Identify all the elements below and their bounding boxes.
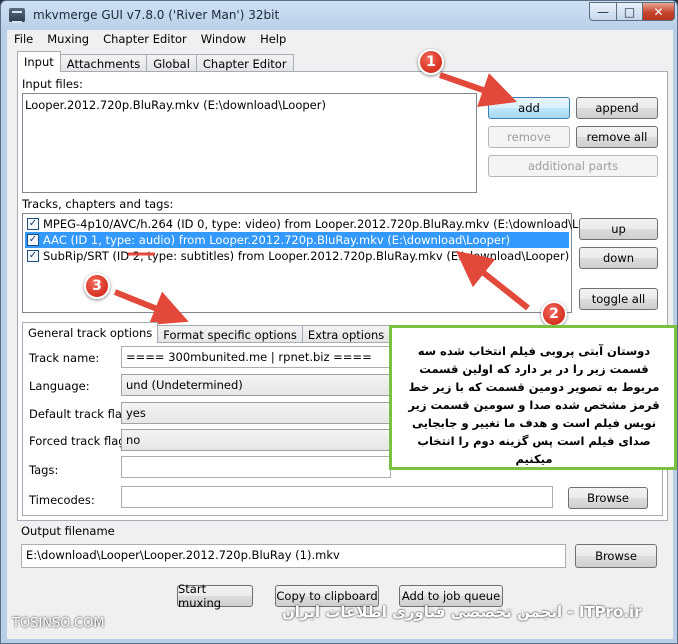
tab-general-track-options[interactable]: General track options — [22, 322, 159, 343]
track-options-tabs: General track options Format specific op… — [22, 322, 391, 343]
checkbox-icon[interactable]: ✓ — [27, 250, 39, 262]
input-files-list[interactable]: Looper.2012.720p.BluRay.mkv (E:\download… — [22, 93, 477, 193]
track-row-subtitles[interactable]: ✓ SubRip/SRT (ID 2, type: subtitles) fro… — [25, 248, 569, 264]
minimize-icon[interactable]: — — [589, 2, 617, 21]
tab-format-specific-options[interactable]: Format specific options — [157, 325, 303, 343]
track-row-audio[interactable]: ✓ AAC (ID 1, type: audio) from Looper.20… — [25, 232, 569, 248]
callout-3: 3 — [84, 273, 110, 299]
menu-muxing[interactable]: Muxing — [40, 32, 96, 46]
output-filename-input[interactable]: E:\download\Looper\Looper.2012.720p.BluR… — [21, 544, 566, 568]
additional-parts-button[interactable]: additional parts — [488, 155, 658, 177]
callout-2: 2 — [541, 301, 567, 327]
language-select[interactable]: und (Undetermined) — [121, 374, 391, 396]
checkbox-icon[interactable]: ✓ — [27, 234, 39, 246]
forced-flag-label: Forced track flag: — [29, 434, 130, 448]
checkbox-icon[interactable]: ✓ — [27, 218, 39, 230]
close-icon[interactable]: ✕ — [642, 2, 675, 21]
menu-window[interactable]: Window — [194, 32, 253, 46]
app-window: mkvmerge GUI v7.8.0 ('River Man') 32bit … — [0, 0, 678, 644]
timecodes-input[interactable] — [121, 486, 553, 508]
track-label: SubRip/SRT (ID 2, type: subtitles) from … — [43, 249, 570, 263]
maximize-icon[interactable]: □ — [616, 2, 643, 21]
forced-flag-select[interactable]: no — [121, 429, 391, 451]
watermark-left: TOSINSO.COM — [12, 616, 105, 631]
remove-all-button[interactable]: remove all — [576, 126, 658, 148]
toggle-all-button[interactable]: toggle all — [579, 288, 658, 310]
tab-chapter-editor[interactable]: Chapter Editor — [195, 54, 294, 72]
start-muxing-button[interactable]: Start muxing — [177, 582, 253, 610]
output-group: Output filename E:\download\Looper\Loope… — [17, 524, 668, 578]
input-files-label: Input files: — [22, 77, 83, 91]
menu-help[interactable]: Help — [253, 32, 293, 46]
main-tabs: Input Attachments Global Chapter Editor — [17, 51, 294, 72]
up-button[interactable]: up — [579, 218, 658, 240]
title-bar: mkvmerge GUI v7.8.0 ('River Man') 32bit … — [1, 1, 677, 29]
track-name-input[interactable]: ==== 300mbunited.me | rpnet.biz ==== — [121, 346, 391, 368]
menu-bar: File Muxing Chapter Editor Window Help — [7, 30, 673, 48]
track-name-label: Track name: — [29, 351, 100, 365]
annotation-note: دوستان آبتی پروبی فیلم انتخاب شده سه قسم… — [389, 325, 677, 470]
tab-global[interactable]: Global — [146, 54, 197, 72]
track-row-video[interactable]: ✓ MPEG-4p10/AVC/h.264 (ID 0, type: video… — [25, 216, 616, 232]
tags-label: Tags: — [29, 463, 59, 477]
down-button[interactable]: down — [579, 247, 658, 269]
tab-input[interactable]: Input — [17, 51, 61, 72]
output-filename-label: Output filename — [21, 524, 115, 538]
track-label: AAC (ID 1, type: audio) from Looper.2012… — [43, 233, 511, 247]
timecodes-browse-button[interactable]: Browse — [568, 487, 648, 509]
app-icon — [9, 8, 25, 23]
language-label: Language: — [29, 379, 90, 393]
tags-input[interactable] — [121, 456, 391, 478]
output-browse-button[interactable]: Browse — [575, 544, 657, 568]
append-button[interactable]: append — [576, 97, 658, 119]
window-title: mkvmerge GUI v7.8.0 ('River Man') 32bit — [33, 8, 280, 22]
list-item[interactable]: Looper.2012.720p.BluRay.mkv (E:\download… — [25, 97, 326, 113]
track-label: MPEG-4p10/AVC/h.264 (ID 0, type: video) … — [43, 217, 616, 231]
timecodes-label: Timecodes: — [29, 493, 95, 507]
watermark-right: ITPro.ir - انجمن تخصصی فناوری اطلاعات ای… — [282, 603, 642, 621]
menu-chapter-editor[interactable]: Chapter Editor — [96, 32, 194, 46]
tracks-list[interactable]: ✓ MPEG-4p10/AVC/h.264 (ID 0, type: video… — [22, 213, 616, 313]
remove-button[interactable]: remove — [488, 126, 570, 148]
tab-extra-options[interactable]: Extra options — [301, 325, 391, 343]
default-flag-label: Default track flag: — [29, 407, 134, 421]
tab-attachments[interactable]: Attachments — [59, 54, 148, 72]
tracks-label: Tracks, chapters and tags: — [22, 197, 174, 211]
add-button[interactable]: add — [488, 97, 570, 119]
callout-1: 1 — [418, 49, 444, 75]
menu-file[interactable]: File — [7, 32, 40, 46]
default-flag-select[interactable]: yes — [121, 402, 391, 424]
